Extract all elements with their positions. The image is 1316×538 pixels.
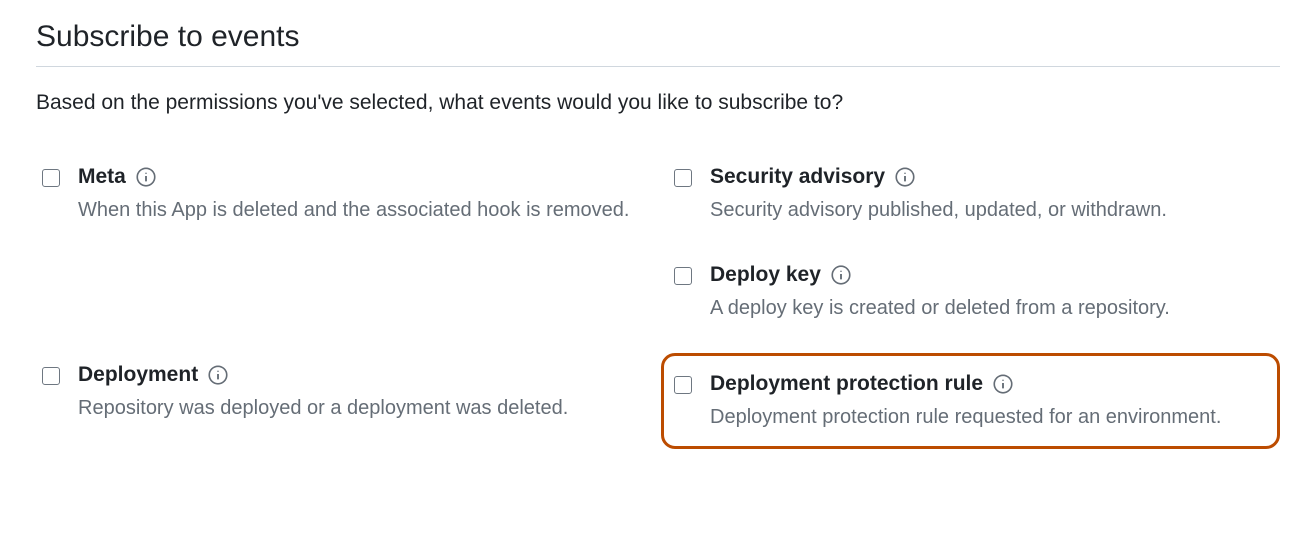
events-column-left: Meta When this App is deleted and the as…	[36, 157, 648, 471]
event-item-deployment: Deployment Repository was deployed or a …	[36, 355, 648, 431]
checkbox-deployment-protection-rule[interactable]	[674, 376, 692, 394]
event-item-meta: Meta When this App is deleted and the as…	[36, 157, 648, 233]
checkbox-deployment[interactable]	[42, 367, 60, 385]
section-description: Based on the permissions you've selected…	[36, 91, 1280, 115]
events-grid: Meta When this App is deleted and the as…	[36, 157, 1280, 471]
event-header: Deployment protection rule	[710, 372, 1267, 396]
event-title: Deployment	[78, 363, 198, 387]
event-title: Deploy key	[710, 263, 821, 287]
info-icon[interactable]	[136, 167, 156, 187]
event-header: Meta	[78, 165, 642, 189]
event-title: Deployment protection rule	[710, 372, 983, 396]
subscribe-events-section: Subscribe to events Based on the permiss…	[0, 0, 1316, 501]
event-content: Deploy key A deploy key is created or de…	[710, 263, 1274, 323]
event-header: Deployment	[78, 363, 642, 387]
event-description: When this App is deleted and the associa…	[78, 195, 642, 225]
event-description: Security advisory published, updated, or…	[710, 195, 1274, 225]
checkbox-deploy-key[interactable]	[674, 267, 692, 285]
event-header: Security advisory	[710, 165, 1274, 189]
events-column-right: Security advisory Security advisory publ…	[668, 157, 1280, 471]
checkbox-security-advisory[interactable]	[674, 169, 692, 187]
event-item-deployment-protection-rule: Deployment protection rule Deployment pr…	[661, 353, 1280, 449]
event-header: Deploy key	[710, 263, 1274, 287]
info-icon[interactable]	[831, 265, 851, 285]
event-description: A deploy key is created or deleted from …	[710, 293, 1274, 323]
event-content: Meta When this App is deleted and the as…	[78, 165, 642, 225]
info-icon[interactable]	[208, 365, 228, 385]
event-title: Meta	[78, 165, 126, 189]
event-description: Repository was deployed or a deployment …	[78, 393, 642, 423]
event-item-deploy-key: Deploy key A deploy key is created or de…	[668, 255, 1280, 331]
event-title: Security advisory	[710, 165, 885, 189]
event-content: Deployment protection rule Deployment pr…	[710, 372, 1267, 432]
info-icon[interactable]	[993, 374, 1013, 394]
event-content: Security advisory Security advisory publ…	[710, 165, 1274, 225]
checkbox-meta[interactable]	[42, 169, 60, 187]
info-icon[interactable]	[895, 167, 915, 187]
event-description: Deployment protection rule requested for…	[710, 402, 1267, 432]
section-heading: Subscribe to events	[36, 20, 1280, 67]
event-content: Deployment Repository was deployed or a …	[78, 363, 642, 423]
event-item-security-advisory: Security advisory Security advisory publ…	[668, 157, 1280, 233]
